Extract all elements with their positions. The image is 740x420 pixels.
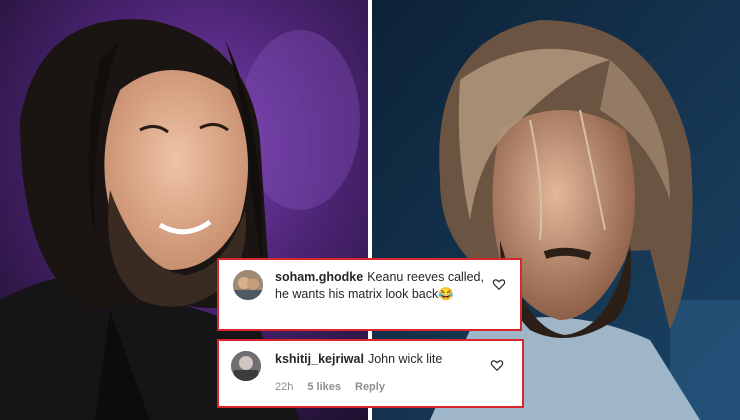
comment-username[interactable]: kshitij_kejriwal: [275, 352, 364, 366]
avatar[interactable]: [233, 270, 263, 300]
heart-outline-icon[interactable]: [490, 358, 504, 372]
comment-body: John wick lite: [367, 352, 443, 366]
comment-time: 22h: [275, 381, 294, 393]
comment-likes[interactable]: 5 likes: [307, 381, 341, 393]
comment-text-block: kshitij_kejriwal John wick lite: [275, 351, 495, 368]
comment-username[interactable]: soham.ghodke: [275, 270, 363, 284]
comment-meta: 22h 5 likes Reply: [275, 381, 399, 393]
avatar[interactable]: [231, 351, 261, 381]
comment-card: kshitij_kejriwal John wick lite 22h 5 like…: [217, 339, 524, 408]
comment-card: soham.ghodke Keanu reeves called, he want…: [217, 258, 522, 331]
comment-text-block: soham.ghodke Keanu reeves called, he want…: [275, 269, 485, 303]
reply-button[interactable]: Reply: [355, 381, 385, 393]
heart-outline-icon[interactable]: [492, 277, 506, 291]
